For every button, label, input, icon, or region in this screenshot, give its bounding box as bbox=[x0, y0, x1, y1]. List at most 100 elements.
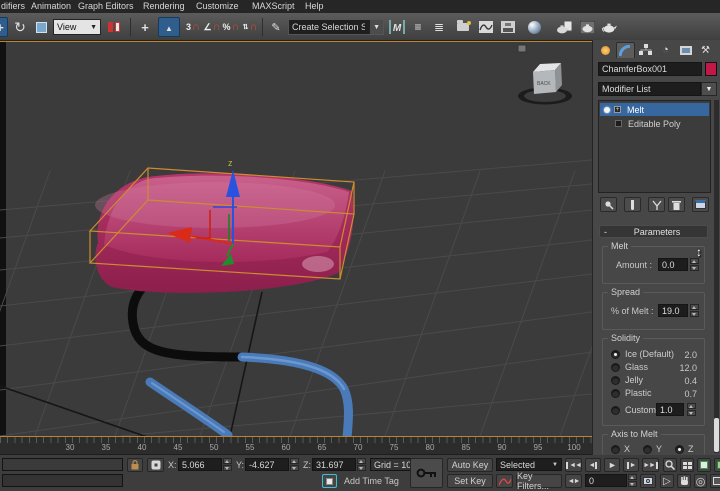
radio-icon[interactable] bbox=[643, 445, 652, 454]
radio-icon[interactable] bbox=[611, 406, 620, 415]
pan-view-button[interactable] bbox=[660, 474, 674, 488]
pan-hand-button[interactable] bbox=[677, 474, 691, 488]
menu-animation[interactable]: Animation bbox=[31, 1, 71, 11]
modifier-list-dropdown[interactable]: Modifier List bbox=[598, 82, 701, 96]
modifier-stack[interactable]: + Melt Editable Poly bbox=[598, 100, 711, 193]
amount-field[interactable]: 0.0 bbox=[658, 258, 688, 271]
edit-named-selection-button[interactable] bbox=[266, 17, 286, 37]
object-color-swatch[interactable] bbox=[705, 62, 717, 76]
angle-snap-button[interactable]: ∠∩ bbox=[203, 17, 221, 37]
axis-option-z[interactable]: Z bbox=[675, 444, 694, 454]
stack-item-editable-poly[interactable]: Editable Poly bbox=[600, 117, 709, 130]
zoom-button[interactable] bbox=[663, 458, 677, 472]
orbit-button[interactable] bbox=[694, 474, 707, 488]
graphite-toggle-button[interactable] bbox=[453, 17, 473, 37]
mini-listener-macro[interactable] bbox=[2, 458, 123, 471]
curve-editor-button[interactable] bbox=[476, 17, 496, 37]
snap-toggle-3d-button[interactable]: 3∩ bbox=[184, 17, 202, 37]
menu-help[interactable]: Help bbox=[305, 1, 324, 11]
next-frame-button[interactable]: ► bbox=[623, 458, 639, 472]
frame-spinner[interactable] bbox=[628, 474, 637, 487]
tab-create[interactable] bbox=[596, 42, 615, 58]
select-move-button[interactable] bbox=[0, 17, 8, 37]
x-spinner[interactable] bbox=[223, 458, 232, 471]
radio-icon[interactable] bbox=[611, 389, 620, 398]
tab-motion[interactable] bbox=[656, 42, 675, 58]
z-coord-field[interactable]: 31.697 bbox=[312, 458, 356, 471]
tab-modify[interactable] bbox=[616, 42, 635, 58]
scrollbar-thumb[interactable] bbox=[714, 418, 719, 452]
stack-item-melt[interactable]: + Melt bbox=[600, 103, 709, 116]
default-in-out-tangents-button[interactable] bbox=[496, 474, 513, 488]
material-editor-button[interactable] bbox=[524, 17, 544, 37]
maximize-viewport-button[interactable] bbox=[710, 474, 720, 488]
x-coord-field[interactable]: 5.066 bbox=[178, 458, 222, 471]
amount-spinner[interactable] bbox=[690, 258, 699, 271]
percent-snap-button[interactable]: %∩ bbox=[222, 17, 240, 37]
axis-option-y[interactable]: Y bbox=[643, 444, 662, 454]
menu-modifiers[interactable]: difiers bbox=[1, 1, 25, 11]
zoom-extents-button[interactable] bbox=[697, 458, 711, 472]
remove-modifier-button[interactable] bbox=[668, 197, 685, 212]
solidity-option-ice[interactable]: Ice (Default) bbox=[611, 349, 674, 359]
radio-icon[interactable] bbox=[611, 363, 620, 372]
select-manipulate-button[interactable] bbox=[135, 17, 155, 37]
radio-icon[interactable] bbox=[675, 445, 684, 454]
perspective-viewport[interactable]: z BACK bbox=[0, 41, 592, 437]
zoom-extents-all-button[interactable] bbox=[714, 458, 720, 472]
pin-stack-button[interactable] bbox=[600, 197, 617, 212]
make-unique-button[interactable] bbox=[648, 197, 665, 212]
render-production-button[interactable] bbox=[599, 17, 619, 37]
solidity-option-glass[interactable]: Glass bbox=[611, 362, 648, 372]
goto-start-button[interactable]: ◄◄ bbox=[565, 458, 582, 472]
named-selection-set-dropdown[interactable]: Create Selection Se ▼ bbox=[288, 19, 384, 35]
y-coord-field[interactable]: -4.627 bbox=[245, 458, 289, 471]
panel-scrollbar[interactable] bbox=[714, 100, 719, 453]
play-button[interactable]: ► bbox=[604, 458, 620, 472]
pct-spinner[interactable] bbox=[690, 304, 699, 317]
menu-rendering[interactable]: Rendering bbox=[143, 1, 185, 11]
chamferbox-melt-object[interactable] bbox=[95, 173, 353, 293]
current-frame-field[interactable]: 0 bbox=[585, 474, 627, 487]
rendered-frame-button[interactable] bbox=[577, 17, 597, 37]
menu-customize[interactable]: Customize bbox=[196, 1, 239, 11]
transform-typein-toggle[interactable] bbox=[147, 458, 164, 472]
key-button[interactable] bbox=[410, 458, 443, 488]
tab-utilities[interactable] bbox=[696, 42, 715, 58]
keyboard-override-button[interactable] bbox=[158, 17, 180, 37]
tab-hierarchy[interactable] bbox=[636, 42, 655, 58]
render-setup-button[interactable] bbox=[553, 17, 575, 37]
key-mode-toggle[interactable]: ◄► bbox=[565, 474, 582, 488]
solidity-option-jelly[interactable]: Jelly bbox=[611, 375, 643, 385]
menu-graph-editors[interactable]: Graph Editors bbox=[78, 1, 134, 11]
spinner-snap-button[interactable]: ⇅∩ bbox=[241, 17, 259, 37]
goto-end-button[interactable]: ►► bbox=[642, 458, 659, 472]
selection-lock-button[interactable] bbox=[127, 458, 143, 472]
auto-key-button[interactable]: Auto Key bbox=[447, 458, 493, 472]
previous-frame-button[interactable]: ◄ bbox=[585, 458, 601, 472]
custom-spinner[interactable] bbox=[687, 403, 696, 416]
select-rotate-button[interactable] bbox=[10, 17, 30, 37]
solidity-option-custom[interactable]: Custom : bbox=[611, 405, 661, 415]
selection-filter-dropdown[interactable]: Selected ▼ bbox=[496, 458, 562, 471]
solidity-option-plastic[interactable]: Plastic bbox=[611, 388, 652, 398]
radio-icon[interactable] bbox=[611, 376, 620, 385]
axis-option-x[interactable]: X bbox=[611, 444, 630, 454]
parameters-rollout-header[interactable]: - Parameters bbox=[599, 225, 708, 238]
z-spinner[interactable] bbox=[357, 458, 366, 471]
key-filters-button[interactable]: Key Filters... bbox=[516, 474, 562, 488]
show-end-result-button[interactable] bbox=[624, 197, 641, 212]
tab-display[interactable] bbox=[676, 42, 695, 58]
pct-of-melt-field[interactable]: 19.0 bbox=[658, 304, 688, 317]
reference-coordinate-dropdown[interactable]: View ▼ bbox=[53, 19, 101, 35]
radio-icon[interactable] bbox=[611, 350, 620, 359]
time-configuration-button[interactable] bbox=[640, 474, 656, 488]
custom-solidity-field[interactable]: 1.0 bbox=[656, 403, 684, 416]
align-button[interactable] bbox=[409, 17, 427, 37]
object-name-field[interactable]: ChamferBox001 bbox=[598, 62, 702, 76]
zoom-all-button[interactable] bbox=[680, 458, 694, 472]
radio-icon[interactable] bbox=[611, 445, 620, 454]
mirror-button[interactable] bbox=[387, 17, 407, 37]
set-key-button[interactable]: Set Key bbox=[447, 474, 493, 488]
layer-manager-button[interactable] bbox=[429, 17, 449, 37]
